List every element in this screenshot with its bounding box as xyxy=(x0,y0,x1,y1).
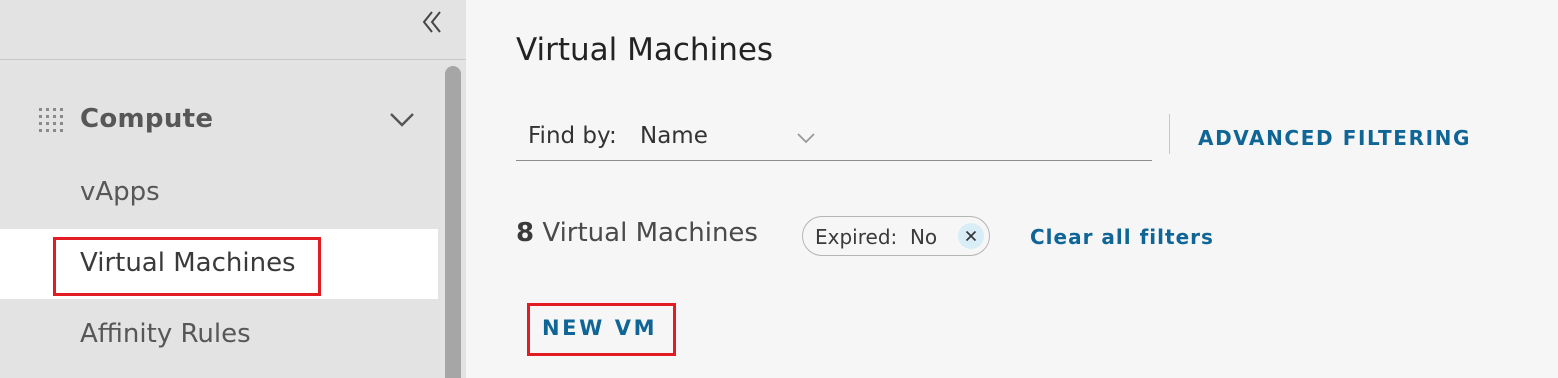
sidebar-item-label: Affinity Rules xyxy=(80,319,251,349)
app-root: Compute vApps Virtual Machines Affinity … xyxy=(0,0,1558,378)
sidebar-item-label: vApps xyxy=(80,177,160,207)
toolbar-divider xyxy=(1169,114,1170,154)
nav-group-label: Compute xyxy=(80,104,214,134)
sidebar-header xyxy=(0,0,466,60)
page-title: Virtual Machines xyxy=(516,32,774,68)
sidebar: Compute vApps Virtual Machines Affinity … xyxy=(0,0,466,378)
filter-pill-expired: Expired: No xyxy=(802,216,990,256)
new-vm-button[interactable]: NEW VM xyxy=(542,316,657,340)
sidebar-item-label: Virtual Machines xyxy=(80,248,296,278)
chevron-down-icon[interactable] xyxy=(796,130,816,144)
find-by-label: Find by: xyxy=(528,123,617,149)
scrollbar-thumb[interactable] xyxy=(445,66,461,378)
sidebar-item-vapps[interactable]: vApps xyxy=(0,158,438,228)
filter-pill-label: Expired: No xyxy=(815,225,938,249)
sidebar-item-virtual-machines[interactable]: Virtual Machines xyxy=(0,229,438,299)
main-content: Virtual Machines Find by: Name ADVANCED … xyxy=(466,0,1558,378)
vm-count-label: Virtual Machines xyxy=(542,218,758,248)
vm-count: 8 Virtual Machines xyxy=(516,218,758,248)
clear-all-filters-link[interactable]: Clear all filters xyxy=(1030,225,1214,249)
vm-count-number: 8 xyxy=(516,218,535,248)
sidebar-item-affinity-rules[interactable]: Affinity Rules xyxy=(0,300,438,370)
advanced-filtering-link[interactable]: ADVANCED FILTERING xyxy=(1198,126,1471,150)
grid-icon xyxy=(38,107,64,133)
close-icon[interactable] xyxy=(958,223,984,249)
nav-group-compute[interactable]: Compute xyxy=(0,92,438,150)
chevron-down-icon[interactable] xyxy=(388,109,416,129)
find-by-select[interactable]: Find by: Name xyxy=(516,110,1152,161)
find-by-value: Name xyxy=(640,123,708,149)
double-chevron-left-icon[interactable] xyxy=(418,8,446,36)
